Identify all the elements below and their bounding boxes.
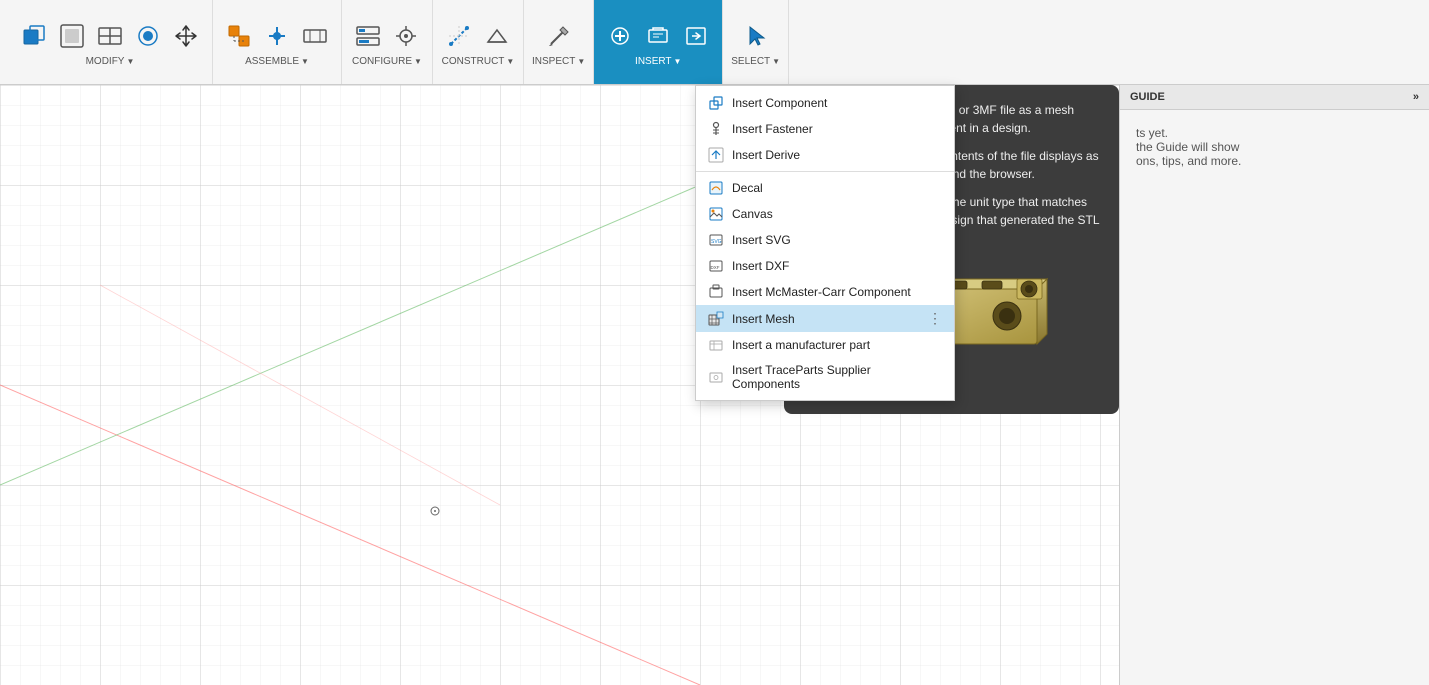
insert-traceparts-icon	[708, 369, 724, 385]
configure-arrow: ▼	[414, 57, 422, 66]
menu-item-insert-svg[interactable]: SVG Insert SVG	[696, 227, 954, 253]
btn-assemble3[interactable]	[297, 18, 333, 54]
construct-label: CONSTRUCT	[442, 56, 505, 67]
group-assemble: ASSEMBLE ▼	[213, 0, 342, 84]
svg-text:SVG: SVG	[711, 239, 722, 245]
decal-icon	[708, 180, 724, 196]
insert-dropdown-menu: Insert Component Insert Fastener Insert …	[695, 85, 955, 401]
insert-dxf-icon: DXF	[708, 258, 724, 274]
inspect-label: INSPECT	[532, 56, 575, 67]
insert-manufacturer-icon	[708, 337, 724, 353]
group-modify: MODIFY ▼	[8, 0, 213, 84]
menu-item-insert-derive[interactable]: Insert Derive	[696, 142, 954, 168]
menu-item-insert-component[interactable]: Insert Component	[696, 90, 954, 116]
btn-insert1[interactable]	[602, 18, 638, 54]
guide-header: GUIDE »	[1120, 85, 1429, 110]
select-arrow: ▼	[772, 57, 780, 66]
assemble-arrow: ▼	[301, 57, 309, 66]
guide-msg2: the Guide will show	[1136, 140, 1413, 154]
canvas-icon	[708, 206, 724, 222]
menu-separator-1	[696, 171, 954, 172]
right-panel: GUIDE » ts yet. the Guide will show ons,…	[1119, 85, 1429, 685]
assemble-label: ASSEMBLE	[245, 56, 299, 67]
insert-svg-icon: SVG	[708, 232, 724, 248]
btn-modify3[interactable]	[92, 18, 128, 54]
configure-label: CONFIGURE	[352, 56, 412, 67]
select-label: SELECT	[731, 56, 770, 67]
btn-move[interactable]	[168, 18, 204, 54]
group-insert: INSERT ▼	[594, 0, 723, 84]
btn-configure1[interactable]	[350, 18, 386, 54]
menu-item-insert-traceparts[interactable]: Insert TraceParts Supplier Components	[696, 358, 954, 396]
insert-derive-icon	[708, 147, 724, 163]
crosshair	[430, 505, 440, 515]
menu-item-insert-manufacturer[interactable]: Insert a manufacturer part	[696, 332, 954, 358]
btn-construct1[interactable]	[441, 18, 477, 54]
btn-select1[interactable]	[738, 18, 774, 54]
guide-title: GUIDE	[1130, 91, 1165, 103]
guide-empty-state: ts yet. the Guide will show ons, tips, a…	[1120, 110, 1429, 184]
btn-assemble2[interactable]	[259, 18, 295, 54]
menu-item-insert-mesh[interactable]: Insert Mesh ⋮	[696, 305, 954, 332]
btn-assemble1[interactable]	[221, 18, 257, 54]
menu-item-insert-dxf[interactable]: DXF Insert DXF	[696, 253, 954, 279]
insert-mcmaster-icon	[708, 284, 724, 300]
btn-modify4[interactable]	[130, 18, 166, 54]
btn-modify1[interactable]	[16, 18, 52, 54]
menu-item-canvas[interactable]: Canvas	[696, 201, 954, 227]
btn-insert3[interactable]	[678, 18, 714, 54]
btn-insert2[interactable]	[640, 18, 676, 54]
guide-expand-icon[interactable]: »	[1413, 91, 1419, 103]
group-inspect: INSPECT ▼	[524, 0, 594, 84]
insert-mesh-icon	[708, 311, 724, 327]
guide-msg3: ons, tips, and more.	[1136, 154, 1413, 168]
inspect-arrow: ▼	[577, 57, 585, 66]
construct-arrow: ▼	[506, 57, 514, 66]
insert-arrow: ▼	[674, 57, 682, 66]
group-select: SELECT ▼	[723, 0, 789, 84]
menu-item-decal[interactable]: Decal	[696, 175, 954, 201]
insert-component-icon	[708, 95, 724, 111]
group-construct: CONSTRUCT ▼	[433, 0, 524, 84]
modify-arrow: ▼	[126, 57, 134, 66]
menu-item-insert-fastener[interactable]: Insert Fastener	[696, 116, 954, 142]
modify-label: MODIFY	[86, 56, 125, 67]
menu-item-more-icon[interactable]: ⋮	[928, 310, 942, 327]
insert-fastener-icon	[708, 121, 724, 137]
btn-construct2[interactable]	[479, 18, 515, 54]
btn-inspect1[interactable]	[541, 18, 577, 54]
svg-text:DXF: DXF	[711, 265, 720, 270]
btn-configure2[interactable]	[388, 18, 424, 54]
guide-msg1: ts yet.	[1136, 126, 1413, 140]
group-configure: CONFIGURE ▼	[342, 0, 433, 84]
btn-modify2[interactable]	[54, 18, 90, 54]
insert-label: INSERT	[635, 56, 672, 67]
menu-item-insert-mcmaster[interactable]: Insert McMaster-Carr Component	[696, 279, 954, 305]
toolbar: MODIFY ▼	[0, 0, 1429, 85]
